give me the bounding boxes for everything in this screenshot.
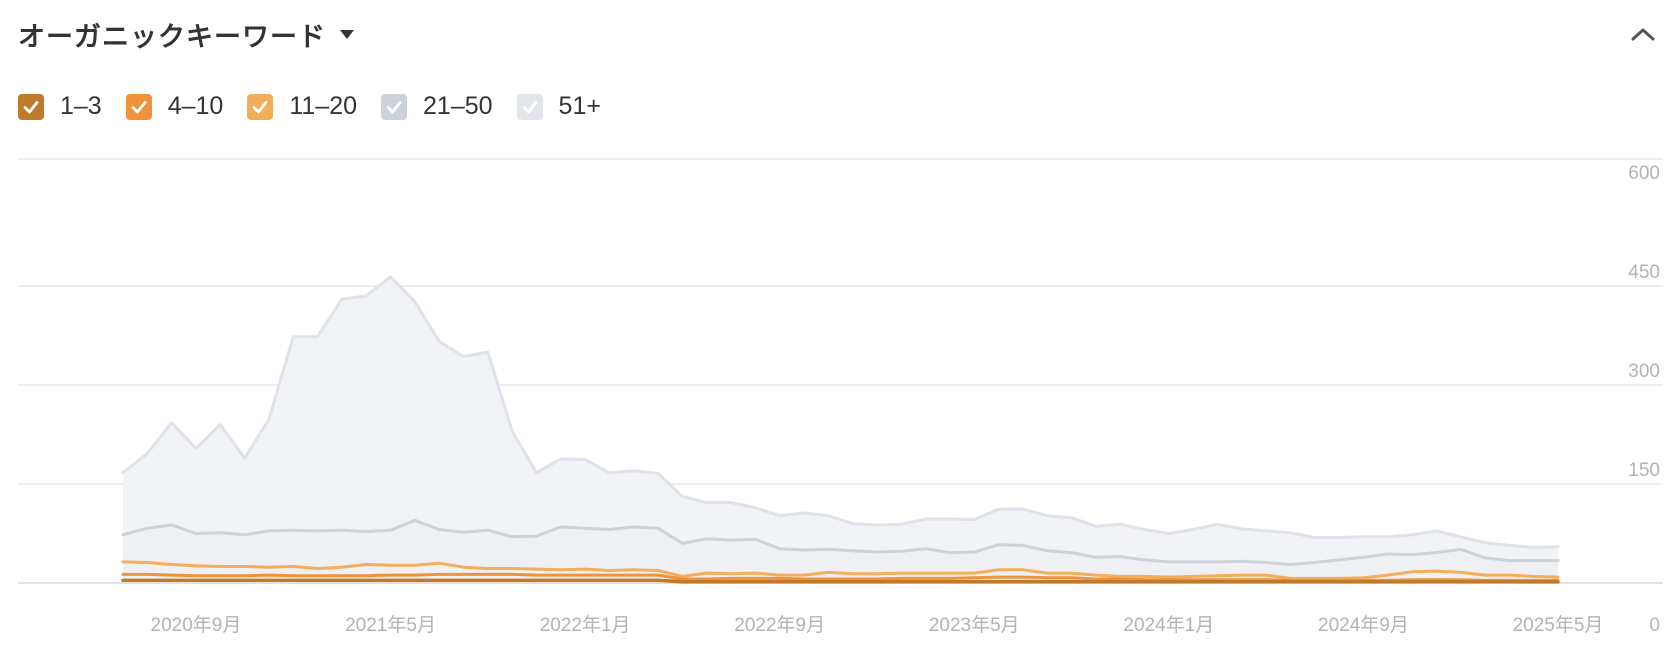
x-tick-label: 2024年1月 [1123, 614, 1214, 636]
keyword-chart: 0 150 300 450 600 2020年9月 2021年5月 2022年1月 2022年… [18, 158, 1663, 636]
checkbox-checked-icon[interactable] [18, 93, 44, 120]
legend-label: 51+ [558, 92, 601, 120]
y-tick-label: 450 [1628, 262, 1660, 283]
y-tick-label: 0 [1649, 615, 1660, 636]
chart-legend: 1–3 4–10 11–20 21–50 51+ [18, 92, 625, 121]
legend-item-51-plus[interactable]: 51+ [516, 92, 601, 121]
x-tick-label: 2023年5月 [929, 614, 1020, 636]
legend-label: 1–3 [60, 92, 102, 120]
x-tick-label: 2020年9月 [151, 614, 242, 636]
checkbox-checked-icon[interactable] [247, 93, 274, 120]
y-tick-label: 150 [1628, 460, 1660, 481]
x-tick-label: 2025年5月 [1513, 614, 1604, 636]
legend-item-4-10[interactable]: 4–10 [125, 92, 224, 121]
chart-header: オーガニックキーワード [18, 14, 354, 54]
x-tick-label: 2022年9月 [734, 614, 825, 636]
x-tick-label: 2021年5月 [345, 614, 436, 636]
series-line-4 [121, 578, 1560, 584]
x-axis-ticks: 2020年9月 2021年5月 2022年1月 2022年9月 2023年5月 2024年… [151, 614, 1604, 636]
chevron-up-icon[interactable] [1628, 22, 1658, 46]
checkbox-checked-icon[interactable] [516, 93, 543, 120]
legend-label: 21–50 [423, 92, 493, 120]
y-tick-label: 300 [1628, 361, 1660, 382]
legend-item-1-3[interactable]: 1–3 [18, 92, 102, 121]
checkbox-checked-icon[interactable] [381, 93, 408, 120]
legend-label: 11–20 [289, 92, 358, 120]
x-tick-label: 2024年9月 [1318, 614, 1409, 636]
legend-item-11-20[interactable]: 11–20 [247, 92, 357, 121]
checkbox-checked-icon[interactable] [125, 93, 152, 120]
x-tick-label: 2022年1月 [540, 614, 631, 636]
caret-down-icon[interactable] [340, 29, 354, 39]
y-axis-ticks: 0 150 300 450 600 [1628, 163, 1660, 636]
chart-title: オーガニックキーワード [18, 21, 326, 53]
y-tick-label: 600 [1628, 163, 1660, 184]
legend-label: 4–10 [167, 92, 224, 120]
legend-item-21-50[interactable]: 21–50 [381, 92, 493, 121]
